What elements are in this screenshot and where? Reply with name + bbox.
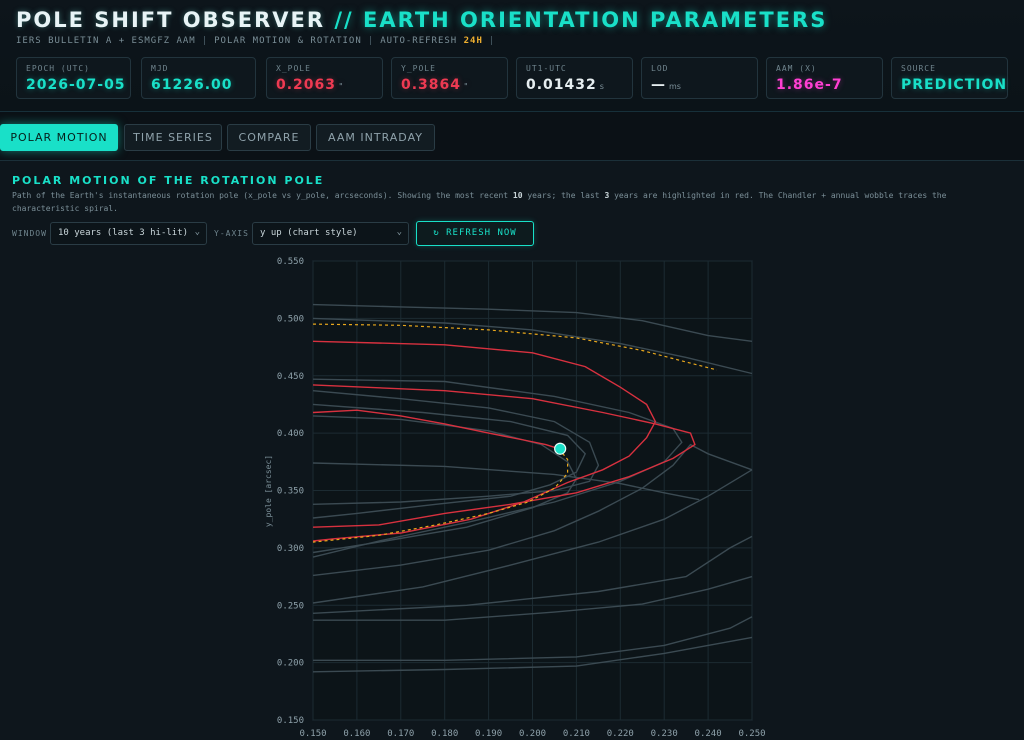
stat-value: 61226.00 (151, 77, 233, 93)
stat-label: LOD (651, 64, 669, 73)
stat-value: 0.01432 s (526, 77, 604, 93)
mode-text: POLAR MOTION & ROTATION (214, 36, 362, 46)
polar-motion-panel: POLAR MOTION OF THE ROTATION POLE Path o… (0, 160, 1024, 740)
title-separator: // (334, 8, 354, 32)
y-tick-label: 0.400 (277, 429, 304, 439)
polar-motion-chart: 0.150 0.160 0.170 0.180 0.190 0.200 0.210 0.220… (264, 257, 766, 739)
stat-label: X_POLE (276, 64, 311, 73)
stat-source: SOURCE PREDICTION (891, 57, 1008, 99)
stat-label: Y_POLE (401, 64, 436, 73)
stat-label: MJD (151, 64, 169, 73)
stat-mjd: MJD 61226.00 (141, 57, 256, 99)
x-tick-label: 0.170 (387, 729, 414, 739)
x-tick-label: 0.160 (343, 729, 370, 739)
y-tick-label: 0.250 (277, 601, 304, 611)
source-text: IERS BULLETIN A + ESMGFZ AAM (16, 36, 196, 46)
x-tick-label: 0.200 (519, 729, 546, 739)
stat-label: UT1-UTC (526, 64, 567, 73)
stat-epoch: EPOCH (UTC) 2026-07-05 (16, 57, 131, 99)
stat-value: PREDICTION (901, 77, 1008, 93)
tab-compare[interactable]: COMPARE (227, 124, 311, 151)
source-line: IERS BULLETIN A + ESMGFZ AAM | POLAR MOTIO… (16, 36, 496, 46)
stat-y-pole: Y_POLE 0.3864 " (391, 57, 508, 99)
app-header: POLE SHIFT OBSERVER // EARTH ORIENTATION… (0, 0, 1024, 112)
refresh-interval: 24H (463, 36, 483, 46)
x-tick-label: 0.190 (475, 729, 502, 739)
stat-label: AAM (X) (776, 64, 817, 73)
y-tick-label: 0.300 (277, 544, 304, 554)
stat-value: — ms (651, 77, 681, 93)
refresh-label: AUTO-REFRESH (380, 36, 458, 46)
title-main: POLE SHIFT OBSERVER (16, 8, 326, 32)
x-tick-label: 0.220 (607, 729, 634, 739)
y-tick-label: 0.200 (277, 659, 304, 669)
y-tick-label: 0.450 (277, 372, 304, 382)
y-tick-label: 0.350 (277, 487, 304, 497)
x-tick-label: 0.180 (431, 729, 458, 739)
y-tick-label: 0.550 (277, 257, 304, 267)
current-pole-marker (554, 442, 567, 455)
tab-polar-motion[interactable]: POLAR MOTION (0, 124, 118, 151)
stat-aam-x: AAM (X) 1.86e-7 (766, 57, 883, 99)
stat-value: 0.2063 " (276, 77, 343, 93)
y-axis-label: y_pole [arcsec] (264, 455, 273, 527)
y-tick-label: 0.500 (277, 314, 304, 324)
stat-value: 1.86e-7 (776, 77, 843, 93)
stat-x-pole: X_POLE 0.2063 " (266, 57, 383, 99)
x-tick-label: 0.150 (299, 729, 326, 739)
x-tick-label: 0.210 (563, 729, 590, 739)
x-tick-label: 0.250 (738, 729, 765, 739)
title-subtitle: EARTH ORIENTATION PARAMETERS (363, 8, 828, 32)
stat-lod: LOD — ms (641, 57, 758, 99)
stat-ut1-utc: UT1-UTC 0.01432 s (516, 57, 633, 99)
stat-value: 0.3864 " (401, 77, 468, 93)
y-tick-label: 0.150 (277, 716, 304, 726)
stat-label: EPOCH (UTC) (26, 64, 90, 73)
page-title: POLE SHIFT OBSERVER // EARTH ORIENTATION… (16, 8, 827, 32)
tab-aam-intraday[interactable]: AAM INTRADAY (316, 124, 435, 151)
x-tick-label: 0.240 (695, 729, 722, 739)
tab-time-series[interactable]: TIME SERIES (124, 124, 222, 151)
x-tick-label: 0.230 (651, 729, 678, 739)
stat-value: 2026-07-05 (26, 77, 126, 93)
stat-label: SOURCE (901, 64, 936, 73)
